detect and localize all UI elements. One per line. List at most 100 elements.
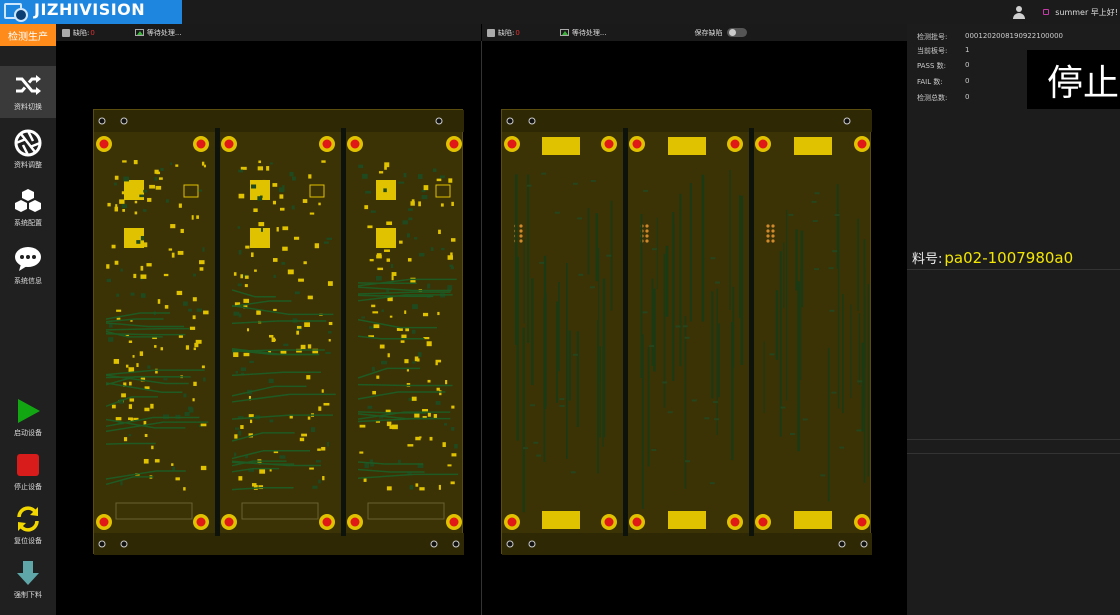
save-defect-toggle[interactable] (726, 28, 747, 37)
smd-component (144, 242, 148, 248)
sidebar-item-adjust-data[interactable]: 资料调整 (0, 124, 56, 176)
smd-component (386, 258, 390, 262)
panel-separator (749, 128, 754, 536)
smd-component (402, 220, 408, 225)
smd-component (143, 458, 149, 464)
force-unload-button[interactable]: 强制下料 (0, 554, 56, 606)
smd-component (270, 162, 273, 165)
via (766, 229, 770, 233)
smd-component (196, 308, 203, 312)
image-icon (134, 29, 144, 36)
smd-component (436, 178, 442, 182)
ic-package (250, 228, 270, 248)
fiducial-center (507, 517, 517, 527)
silkscreen-mark (714, 418, 720, 421)
smd-component (154, 177, 158, 181)
silkscreen-mark (691, 399, 697, 402)
via (645, 239, 649, 243)
silkscreen-mark (788, 213, 794, 216)
silkscreen-mark (820, 474, 826, 477)
tooling-hole (120, 117, 128, 125)
smd-component (321, 160, 326, 163)
smd-component (189, 326, 196, 330)
smd-component (243, 352, 250, 357)
right-panel-toolbar: 缺陷: 0 等待处理... 保存缺陷 (482, 24, 907, 41)
fiducial-center (857, 139, 867, 149)
reset-device-button[interactable]: 复位设备 (0, 500, 56, 552)
smd-component (376, 253, 382, 257)
smd-component (243, 298, 250, 303)
tooling-hole (98, 540, 106, 548)
start-device-button[interactable]: 启动设备 (0, 392, 56, 444)
smd-component (157, 299, 161, 304)
smd-component (257, 196, 263, 201)
sidebar-item-system-config[interactable]: 系统配置 (0, 182, 56, 234)
smd-component (377, 195, 380, 199)
smd-component (373, 324, 380, 329)
stop-device-button[interactable]: 停止设备 (0, 446, 56, 498)
fiducial-center (196, 517, 206, 527)
smd-component (160, 167, 164, 172)
smd-component (238, 169, 244, 173)
info-value: 0 (965, 61, 970, 69)
smd-component (151, 445, 154, 450)
pcb-image-left[interactable] (93, 109, 464, 555)
smd-component (359, 451, 364, 454)
sidebar-item-system-info[interactable]: 系统信息 (0, 240, 56, 292)
smd-component (129, 381, 132, 386)
copper-trace (357, 335, 425, 340)
silkscreen-mark (662, 381, 668, 384)
smd-component (259, 468, 266, 474)
smd-component (108, 337, 114, 342)
smd-component (322, 476, 325, 481)
copper-trace (357, 468, 425, 473)
silkscreen-mark (577, 217, 583, 220)
smd-component (140, 236, 145, 241)
smd-component (147, 197, 152, 202)
smd-component (114, 175, 119, 180)
smd-component (321, 446, 326, 451)
smd-component (371, 304, 376, 308)
copper-trace (231, 300, 292, 308)
fiducial-center (730, 517, 740, 527)
silkscreen-mark (814, 192, 820, 195)
smd-component (369, 258, 374, 262)
mode-tab-inspection[interactable]: 检测生产 (0, 24, 56, 46)
silkscreen-mark (649, 345, 655, 348)
smd-component (154, 169, 159, 174)
smd-component (234, 427, 240, 430)
via (771, 234, 775, 238)
smd-component (266, 166, 270, 171)
connector-outline (367, 502, 445, 520)
smd-component (387, 353, 390, 358)
fiducial-center (350, 517, 360, 527)
sidebar-item-switch-data[interactable]: 资料切换 (0, 66, 56, 118)
smd-component (155, 185, 162, 190)
smd-component (318, 406, 322, 411)
smd-component (251, 184, 257, 189)
smd-component (200, 423, 207, 427)
silkscreen-mark (667, 411, 673, 414)
smd-component (396, 327, 403, 331)
smd-component (435, 359, 442, 363)
smd-component (268, 334, 274, 338)
user-greeting: summer 早上好! (1055, 7, 1118, 17)
smd-component (115, 204, 118, 209)
info-panel: 检测批号: 0001202008190922100000 当前板号: 1 PAS… (907, 24, 1120, 615)
smd-component (450, 252, 453, 258)
smd-component (193, 347, 196, 351)
material-number: 料号: pa02-1007980a0 (912, 248, 1073, 267)
pcb-top-side-drawing (94, 110, 464, 555)
smd-component (191, 215, 194, 220)
smd-component (128, 340, 133, 343)
silkscreen-mark (802, 418, 808, 421)
via (771, 224, 775, 228)
user-status-icon (1043, 9, 1050, 15)
pcb-image-right[interactable] (501, 109, 872, 555)
divider (907, 453, 1120, 454)
user-icon[interactable] (1013, 5, 1026, 19)
smd-component (143, 189, 148, 193)
smd-component (121, 191, 127, 195)
left-image-status: 等待处理... (134, 28, 182, 38)
smd-component (362, 173, 368, 179)
